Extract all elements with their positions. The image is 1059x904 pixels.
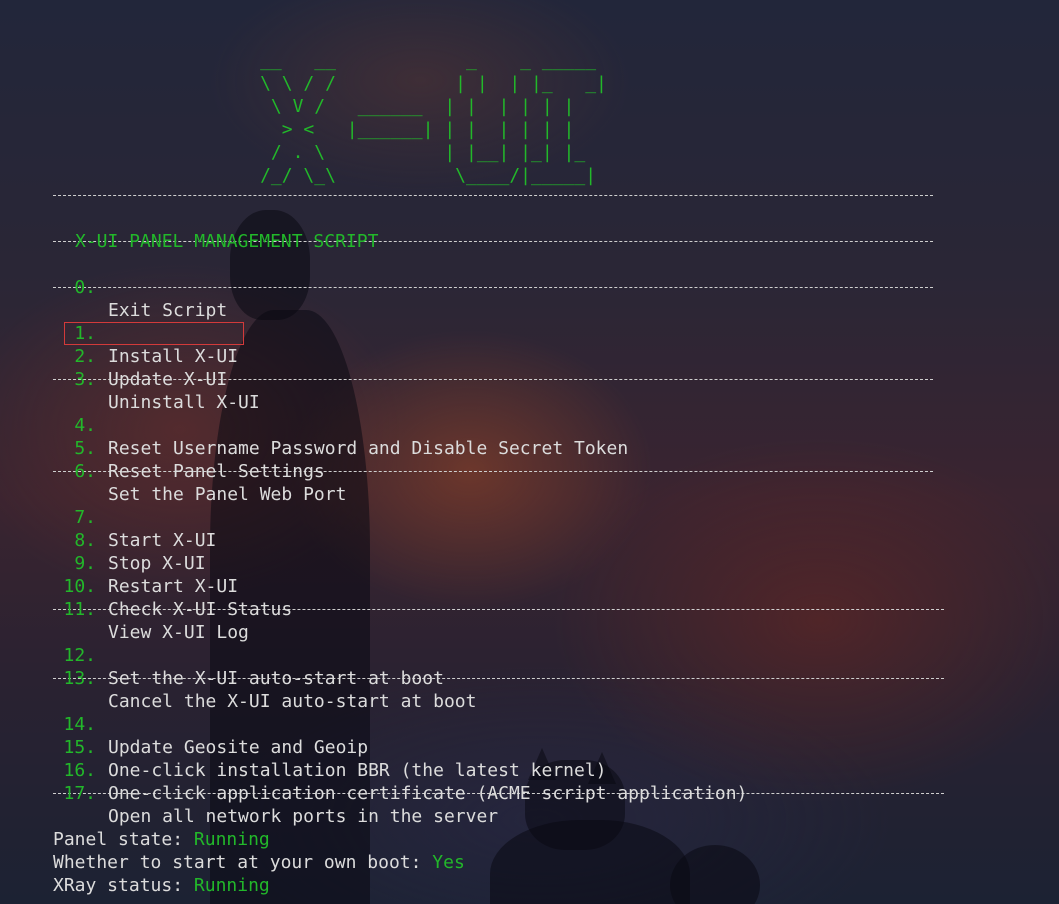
menu-item-label: One-click application certificate (ACME … xyxy=(108,783,748,804)
menu-item-number: 3. xyxy=(74,369,96,390)
xray-status-label: XRay status: xyxy=(53,875,194,896)
wallpaper-dog-body xyxy=(490,820,690,904)
menu-item-install-bbr[interactable]: 15. One-click installation BBR (the late… xyxy=(0,713,606,781)
xui-ascii-logo: __ __ _ _ _____ \ \ / / | | | |_ _| \ V … xyxy=(0,49,607,187)
menu-item-restart-xui[interactable]: 9. Restart X-UI xyxy=(0,529,238,597)
menu-item-label: Set the Panel Web Port xyxy=(108,484,347,505)
menu-item-exit-script[interactable]: 0. Exit Script xyxy=(0,253,227,321)
menu-item-install-xui[interactable]: 1. Install X-UI xyxy=(0,299,238,367)
menu-item-label: Open all network ports in the server xyxy=(108,806,499,827)
logo-line: \ V / ______ | | | | | | xyxy=(0,96,575,117)
menu-item-label: Update X-UI xyxy=(108,369,228,390)
panel-state-line: Panel state: Running xyxy=(0,805,270,850)
menu-item-view-log[interactable]: 11. View X-UI Log xyxy=(0,575,248,643)
menu-item-label: Set the X-UI auto-start at boot xyxy=(108,668,444,689)
panel-state-value: Running xyxy=(193,829,270,850)
logo-line: / . \ | |__| |_| |_ xyxy=(0,142,586,163)
logo-line: \ \ / / | | | |_ _| xyxy=(0,73,607,94)
menu-item-check-status[interactable]: 10. Check X-UI Status xyxy=(0,552,292,620)
menu-item-number: 17. xyxy=(63,783,96,804)
menu-item-acme-certificate[interactable]: 16. One-click application certificate (A… xyxy=(0,736,747,804)
menu-item-reset-credentials[interactable]: 4. Reset Username Password and Disable S… xyxy=(0,391,628,459)
panel-state-label: Panel state: xyxy=(53,829,194,850)
menu-item-uninstall-xui[interactable]: 3. Uninstall X-UI xyxy=(0,345,259,413)
separator-line xyxy=(53,287,933,288)
menu-item-stop-xui[interactable]: 8. Stop X-UI xyxy=(0,506,205,574)
menu-item-start-xui[interactable]: 7. Start X-UI xyxy=(0,483,216,551)
boot-state-label: Whether to start at your own boot: xyxy=(53,852,433,873)
menu-item-label: Update Geosite and Geoip xyxy=(108,737,369,758)
menu-item-label: One-click installation BBR (the latest k… xyxy=(108,760,607,781)
separator-line xyxy=(53,195,933,196)
menu-item-number: 0. xyxy=(74,277,96,298)
logo-line: > < |______| | | | | | | xyxy=(0,119,575,140)
menu-item-label: Cancel the X-UI auto-start at boot xyxy=(108,691,477,712)
menu-item-set-web-port[interactable]: 6. Set the Panel Web Port xyxy=(0,437,346,505)
xray-status-line: XRay status: Running xyxy=(0,851,270,896)
menu-item-update-geo[interactable]: 14. Update Geosite and Geoip xyxy=(0,690,368,758)
menu-item-label: View X-UI Log xyxy=(108,622,249,643)
menu-item-number: 11. xyxy=(63,599,96,620)
boot-state-line: Whether to start at your own boot: Yes xyxy=(0,828,465,873)
boot-state-value: Yes xyxy=(432,852,465,873)
menu-item-label: Restart X-UI xyxy=(108,576,239,597)
menu-item-reset-panel-settings[interactable]: 5. Reset Panel Settings xyxy=(0,414,324,482)
menu-item-label: Uninstall X-UI xyxy=(108,392,260,413)
menu-item-label: Check X-UI Status xyxy=(108,599,293,620)
logo-line: __ __ _ _ _____ xyxy=(0,50,597,71)
xray-status-value: Running xyxy=(193,875,270,896)
menu-item-label: Install X-UI xyxy=(108,346,239,367)
menu-item-open-ports[interactable]: 17. Open all network ports in the server xyxy=(0,759,498,827)
menu-item-label: Stop X-UI xyxy=(108,553,206,574)
title-row: X-UI PANEL MANAGEMENT SCRIPT xyxy=(0,207,378,252)
wallpaper-figure-head xyxy=(230,210,310,320)
menu-item-label: Reset Panel Settings xyxy=(108,461,325,482)
menu-item-label: Reset Username Password and Disable Secr… xyxy=(108,438,629,459)
menu-item-label: Start X-UI xyxy=(108,530,217,551)
menu-item-number: 13. xyxy=(63,668,96,689)
menu-item-update-xui[interactable]: 2. Update X-UI xyxy=(0,322,227,390)
logo-line: /_/ \_\ \____/|_____| xyxy=(0,165,597,186)
menu-item-label: Exit Script xyxy=(108,300,228,321)
panel-title: X-UI PANEL MANAGEMENT SCRIPT xyxy=(75,231,379,252)
menu-item-cancel-autostart[interactable]: 13. Cancel the X-UI auto-start at boot xyxy=(0,644,476,712)
menu-item-number: 6. xyxy=(74,461,96,482)
menu-item-enable-autostart[interactable]: 12. Set the X-UI auto-start at boot xyxy=(0,621,443,689)
